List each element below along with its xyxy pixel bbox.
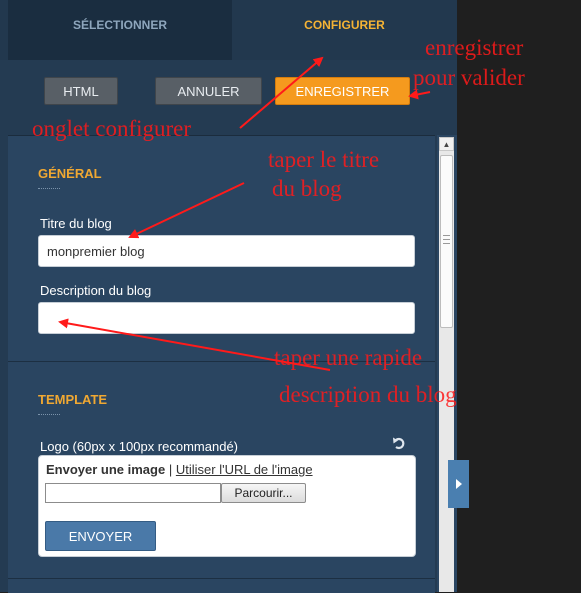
logo-label: Logo (60px x 100px recommandé)	[40, 439, 239, 454]
scroll-up-arrow-icon[interactable]: ▲	[439, 137, 454, 151]
tab-select[interactable]: SÉLECTIONNER	[8, 0, 232, 60]
annotation-save-2: pour valider	[413, 65, 525, 90]
tab-bar: SÉLECTIONNER CONFIGURER	[0, 0, 457, 60]
annotation-configure-tab: onglet configurer	[32, 116, 192, 141]
section-separator	[8, 578, 435, 579]
browse-button[interactable]: Parcourir...	[221, 483, 306, 503]
section-divider	[38, 188, 60, 189]
blog-title-input[interactable]: monpremier blog	[38, 235, 415, 267]
annotation-desc-1: taper une rapide	[274, 345, 423, 370]
blog-title-label: Titre du blog	[40, 216, 112, 231]
annotation-desc-2: description du blog	[279, 382, 457, 407]
save-button[interactable]: ENREGISTRER	[275, 77, 410, 105]
expand-panel-button[interactable]	[448, 460, 469, 508]
option-separator: |	[168, 462, 173, 477]
image-url-link[interactable]: Utiliser l'URL de l'image	[176, 462, 313, 477]
undo-icon[interactable]	[392, 436, 406, 450]
config-panel: SÉLECTIONNER CONFIGURER HTML ANNULER ENR…	[0, 0, 457, 593]
file-path-field[interactable]	[45, 483, 221, 503]
section-title-template: TEMPLATE	[38, 392, 108, 407]
blog-description-label: Description du blog	[40, 283, 152, 298]
upload-image-option[interactable]: Envoyer une image	[46, 462, 165, 477]
send-button[interactable]: ENVOYER	[45, 521, 156, 551]
annotation-title-2: du blog	[272, 176, 342, 201]
chevron-right-icon	[455, 479, 462, 489]
blog-description-input[interactable]	[38, 302, 415, 334]
scroll-grip-icon	[443, 235, 450, 244]
upload-options: Envoyer une image | Utiliser l'URL de l'…	[46, 462, 313, 477]
tab-configure[interactable]: CONFIGURER	[232, 0, 457, 60]
annotation-save-1: enregistrer	[425, 35, 524, 60]
html-button[interactable]: HTML	[44, 77, 118, 105]
logo-upload-box: Envoyer une image | Utiliser l'URL de l'…	[38, 455, 416, 557]
section-title-general: GÉNÉRAL	[38, 166, 102, 181]
cancel-button[interactable]: ANNULER	[155, 77, 262, 105]
annotation-title-1: taper le titre	[268, 147, 380, 172]
section-divider	[38, 414, 60, 415]
